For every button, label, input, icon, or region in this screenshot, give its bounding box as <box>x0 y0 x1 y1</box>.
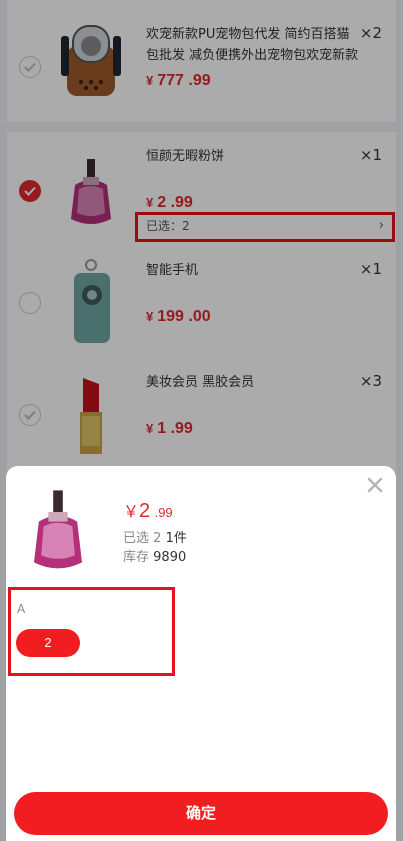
close-icon[interactable] <box>366 476 384 494</box>
stock-label: 库存 <box>123 550 150 565</box>
selected-info: 已选 2 1件 <box>123 527 187 546</box>
spec-option-chip[interactable]: 2 <box>16 629 80 657</box>
spec-selection-sheet: ￥2 .99 已选 2 1件 库存 9890 A 2 确定 <box>6 466 396 841</box>
selected-count: 1件 <box>165 531 187 546</box>
spec-group-label: A <box>17 602 26 616</box>
price-integer: 2 <box>139 500 151 522</box>
product-image <box>26 488 106 576</box>
cart-page: 欢宠新款PU宠物包代发 简约百搭猫包批发 减负便携外出宠物包欢宠新款P... ×… <box>0 0 403 841</box>
sheet-price: ￥2 .99 <box>123 498 173 523</box>
stock-info: 库存 9890 <box>123 546 186 565</box>
confirm-button[interactable]: 确定 <box>14 792 388 835</box>
stock-value: 9890 <box>153 550 187 565</box>
currency-symbol: ￥ <box>123 504 140 521</box>
selected-value: 2 <box>153 531 162 546</box>
selected-label: 已选 <box>123 531 150 546</box>
price-decimal: .99 <box>154 505 173 520</box>
